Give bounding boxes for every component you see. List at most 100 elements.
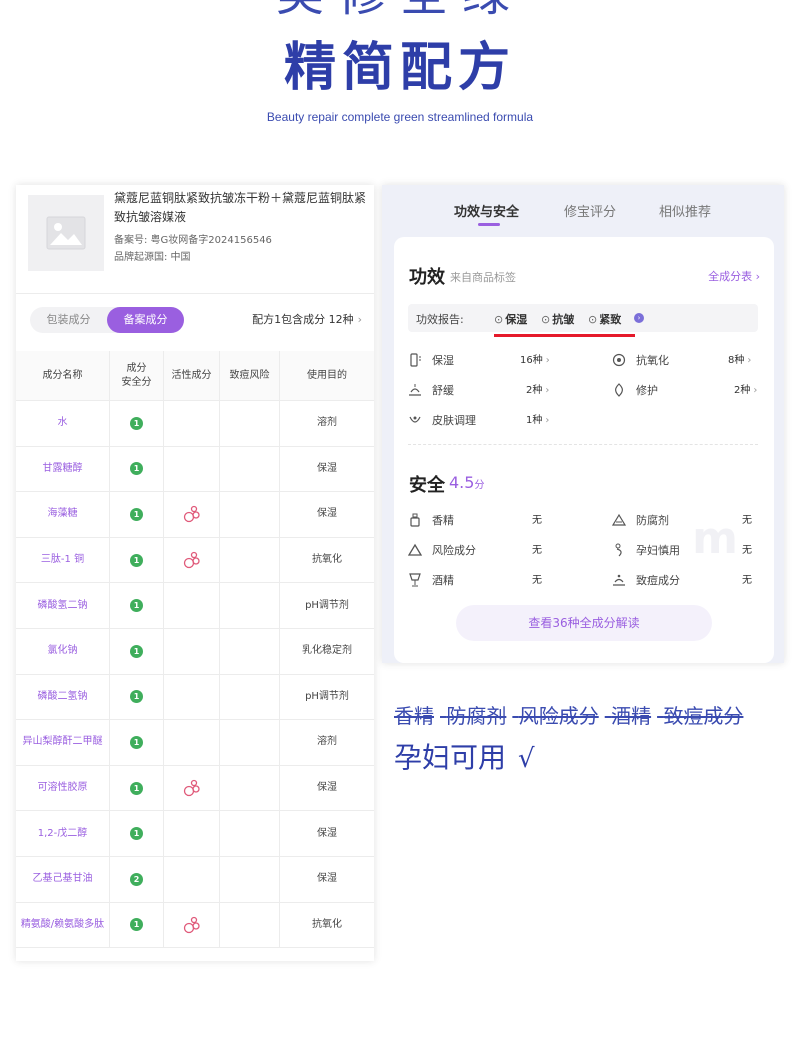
table-row[interactable]: 甘露糖醇 1 保湿	[16, 446, 374, 493]
chevron-right-icon: ›	[357, 313, 362, 326]
safety-value: 无	[532, 545, 542, 556]
formula-info-link[interactable]: 配方1包含成分 12种 ›	[252, 307, 362, 333]
safety-score-cell: 1	[110, 446, 164, 492]
safety-score-cell: 1	[110, 765, 164, 811]
tab-package-ingredients[interactable]: 包装成分	[30, 307, 107, 333]
hero-subtitle: Beauty repair complete green streamlined…	[266, 110, 534, 124]
table-row[interactable]: 磷酸二氢钠 1 pH调节剂	[16, 674, 374, 721]
table-row[interactable]: 海藻糖 1 保湿	[16, 492, 374, 538]
safety-value: 无	[742, 545, 752, 556]
ingredient-name[interactable]: 甘露糖醇	[16, 446, 110, 492]
ingredient-name[interactable]: 三肽-1 铜	[16, 537, 110, 583]
acne-risk-cell	[220, 401, 280, 446]
check-circle-icon: ⊙	[494, 313, 504, 326]
purpose-cell: pH调节剂	[305, 599, 349, 611]
table-row[interactable]: 三肽-1 铜 1 抗氧化	[16, 537, 374, 584]
safety-score-cell: 1	[110, 720, 164, 765]
efficacy-report: 功效报告: ⊙ 保湿 ⊙ 抗皱 ⊙ 紧致 ›	[408, 304, 758, 332]
active-bubbles-icon	[183, 506, 200, 523]
chevron-right-icon: ›	[747, 355, 752, 366]
report-item-firming[interactable]: ⊙ 紧致	[588, 311, 621, 327]
full-ingredient-link[interactable]: 全成分表 ›	[708, 268, 760, 284]
active-bubbles-icon	[183, 551, 200, 569]
table-row[interactable]: 氯化钠 1 乳化稳定剂	[16, 628, 374, 675]
efficacy-title: 功效	[409, 267, 445, 288]
table-row[interactable]: 可溶性胶原 1 保湿	[16, 765, 374, 812]
safety-label: 风险成分	[432, 544, 476, 557]
active-ingredient-cell	[164, 537, 220, 583]
check-circle-icon: ⊙	[541, 313, 551, 326]
purpose-cell: pH调节剂	[305, 690, 349, 702]
report-more-icon[interactable]: ›	[634, 313, 644, 323]
safety-score-badge: 1	[130, 507, 143, 521]
purpose-cell: 抗氧化	[312, 918, 342, 930]
safety-value: 无	[742, 515, 752, 526]
safety-score-cell: 1	[110, 811, 164, 856]
table-row[interactable]: 精氨酸/赖氨酸多肽 1 抗氧化	[16, 902, 374, 949]
efficacy-item[interactable]: 舒缓 2种 ›	[408, 383, 558, 399]
safety-score-badge: 1	[130, 690, 143, 704]
ingredient-name[interactable]: 乙基己基甘油	[16, 856, 110, 902]
active-ingredient-cell	[164, 401, 220, 446]
tab-efficacy-safety[interactable]: 功效与安全	[454, 201, 519, 220]
ingredient-name[interactable]: 磷酸二氢钠	[16, 674, 110, 720]
table-row[interactable]: 1,2-戊二醇 1 保湿	[16, 811, 374, 857]
ingredient-name[interactable]: 水	[16, 401, 110, 446]
efficacy-count: 2种 ›	[526, 383, 549, 399]
report-item-moisture[interactable]: ⊙ 保湿	[494, 311, 527, 327]
efficacy-card: m 功效 来自商品标签 全成分表 › 功效报告: ⊙ 保湿 ⊙ 抗皱 ⊙ 紧致 › 保…	[394, 237, 774, 663]
count-text: 1种	[526, 415, 543, 426]
safety-score-badge: 1	[130, 781, 143, 795]
table-row[interactable]: 异山梨醇酐二甲醚 1 溶剂	[16, 720, 374, 766]
segmented-control: 包装成分 备案成分	[30, 307, 184, 333]
safety-label: 致痘成分	[636, 574, 680, 587]
ingredient-name[interactable]: 精氨酸/赖氨酸多肽	[16, 902, 110, 948]
efficacy-item[interactable]: 修护 2种 ›	[612, 383, 762, 399]
tab-similar[interactable]: 相似推荐	[659, 201, 711, 220]
table-row[interactable]: 水 1 溶剂	[16, 401, 374, 447]
efficacy-item[interactable]: 保湿 16种 ›	[408, 353, 558, 369]
report-item-label: 紧致	[599, 313, 622, 326]
view-all-ingredients-button[interactable]: 查看36种全成分解读	[456, 605, 712, 641]
ingredient-name[interactable]: 可溶性胶原	[16, 765, 110, 811]
check-mark-icon: √	[518, 744, 535, 774]
purpose-cell: 保湿	[317, 827, 337, 839]
safety-item: 酒精 无	[408, 573, 558, 589]
active-ingredient-cell	[164, 720, 220, 765]
efficacy-count: 2种 ›	[734, 383, 757, 399]
ingredient-name[interactable]: 氯化钠	[16, 628, 110, 674]
ingredient-name[interactable]: 海藻糖	[16, 492, 110, 537]
active-ingredient-cell	[164, 446, 220, 492]
safety-score-badge: 1	[130, 735, 143, 749]
active-bubbles-icon	[183, 916, 200, 933]
ingredient-name[interactable]: 1,2-戊二醇	[16, 811, 110, 856]
table-row[interactable]: 磷酸氢二钠 1 pH调节剂	[16, 583, 374, 629]
efficacy-label: 皮肤调理	[432, 414, 476, 427]
safety-score-badge: 2	[130, 872, 143, 886]
safety-label: 酒精	[432, 574, 454, 587]
active-ingredient-cell	[164, 674, 220, 720]
tab-filed-ingredients[interactable]: 备案成分	[107, 307, 184, 333]
efficacy-item[interactable]: 抗氧化 8种 ›	[612, 353, 762, 369]
ingredient-name[interactable]: 异山梨醇酐二甲醚	[16, 720, 110, 765]
efficacy-item[interactable]: 皮肤调理 1种 ›	[408, 413, 558, 429]
fragrance-icon	[410, 513, 420, 527]
section-divider	[408, 444, 758, 445]
safety-value: 无	[532, 575, 542, 586]
safety-score-cell: 1	[110, 902, 164, 948]
safety-item: 致痘成分 无	[612, 573, 762, 589]
active-ingredient-cell	[164, 811, 220, 856]
highlight-underline	[494, 334, 635, 337]
tab-rating[interactable]: 修宝评分	[564, 201, 616, 220]
purpose-cell: 保湿	[317, 508, 337, 520]
acne-risk-cell	[220, 492, 280, 537]
safety-score-unit: 分	[474, 480, 485, 491]
struck-item: 防腐剂	[446, 704, 507, 728]
acne-risk-cell	[220, 628, 280, 674]
table-row[interactable]: 乙基己基甘油 2 保湿	[16, 856, 374, 903]
report-item-antiwrinkle[interactable]: ⊙ 抗皱	[541, 311, 574, 327]
formula-info-text: 配方1包含成分 12种	[252, 313, 354, 326]
ingredient-name[interactable]: 磷酸氢二钠	[16, 583, 110, 628]
chevron-right-icon: ›	[545, 355, 550, 366]
acne-risk-cell	[220, 811, 280, 856]
